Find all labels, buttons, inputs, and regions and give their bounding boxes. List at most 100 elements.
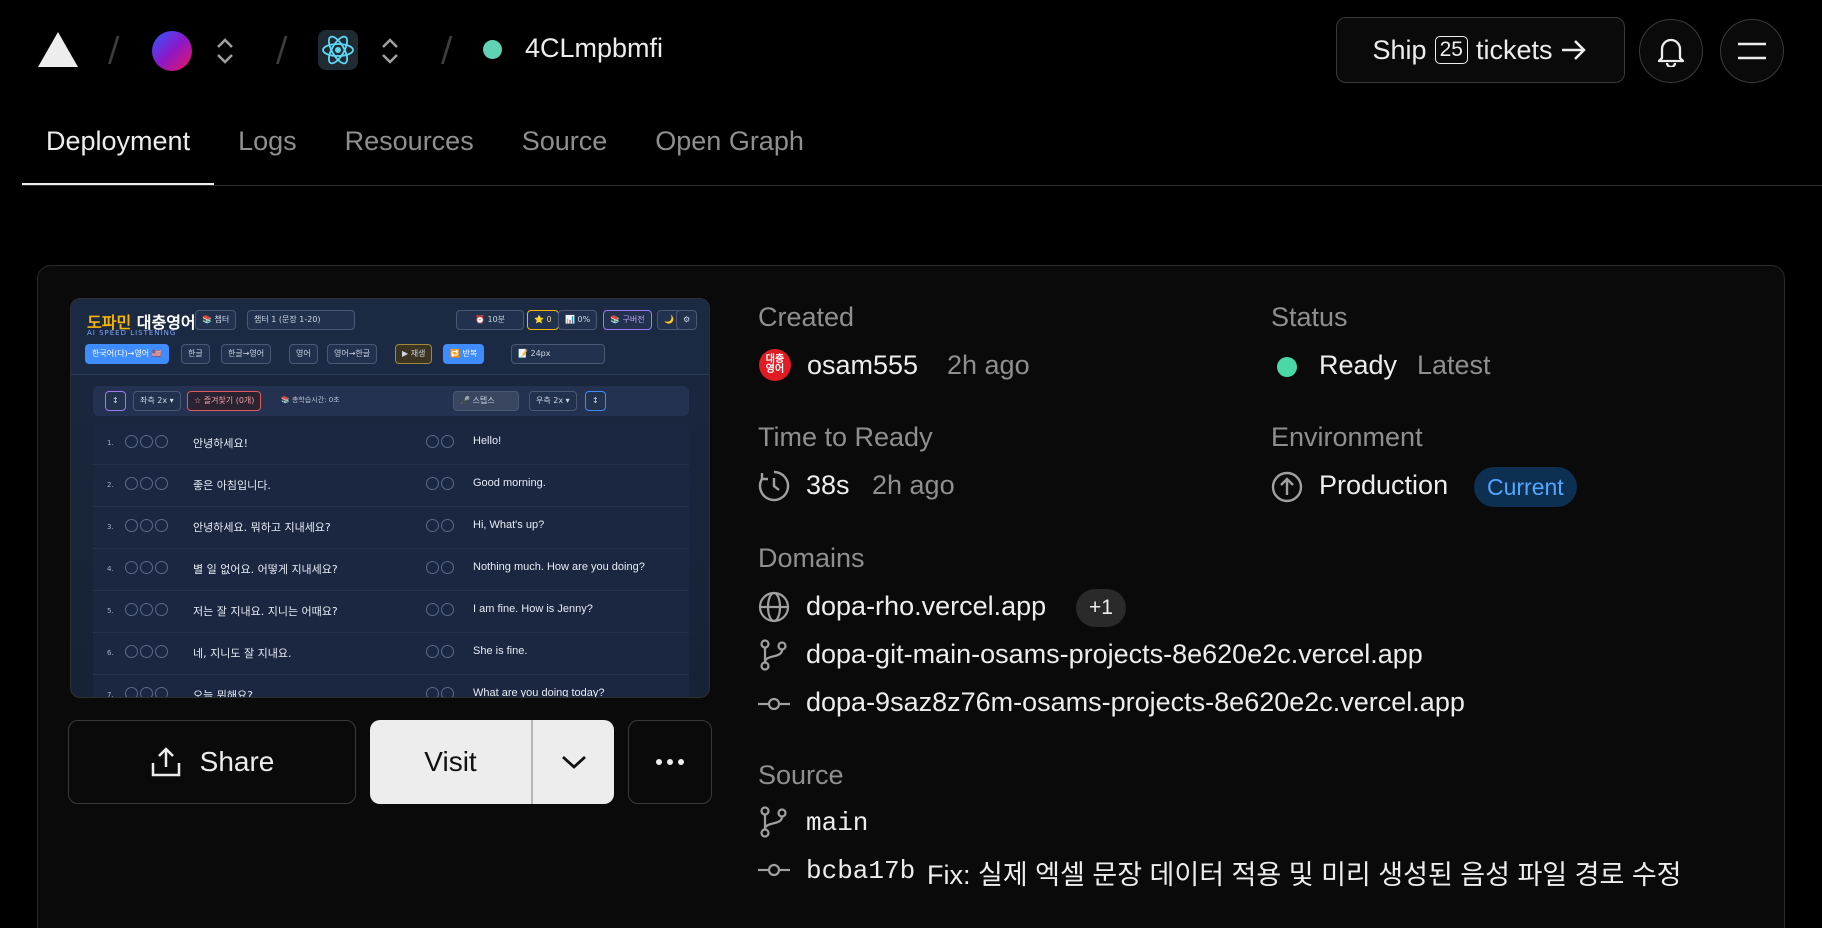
preview-row-number: 5. xyxy=(107,607,114,615)
source-branch[interactable]: main xyxy=(806,808,868,838)
preview-row-korean: 네, 지니도 잘 지내요. xyxy=(193,647,292,660)
preview-row-english: Hello! xyxy=(473,435,502,447)
more-dots-icon xyxy=(655,758,685,766)
preview-row-english: Good morning. xyxy=(473,477,546,489)
domains-more-badge[interactable]: +1 xyxy=(1076,589,1126,627)
react-framework-icon[interactable] xyxy=(318,30,358,70)
preview-chip: ↕ xyxy=(105,391,126,411)
preview-chip: 챕터 1 (문장 1-20) xyxy=(247,310,355,330)
domain-branch-link[interactable]: dopa-git-main-osams-projects-8e620e2c.ve… xyxy=(806,639,1423,670)
visit-options-button[interactable] xyxy=(533,720,614,804)
project-status-dot xyxy=(483,40,502,59)
preview-row-number: 6. xyxy=(107,649,114,657)
creator-username[interactable]: osam555 xyxy=(807,350,918,381)
preview-row-korean: 저는 잘 지내요. 지니는 어때요? xyxy=(193,605,338,618)
preview-chip: 🎤 스텝스 xyxy=(453,391,519,411)
source-commit-message[interactable]: Fix: 실제 엑셀 문장 데이터 적용 및 미리 생성된 음성 파일 경로 수… xyxy=(927,853,1682,892)
preview-toolbar: ↕ 좌측 2x ▾ ☆ 즐겨찾기 (0개) 📚 총학습시간: 0초 🎤 스텝스 … xyxy=(93,386,689,416)
preview-row-controls xyxy=(426,477,454,490)
source-label: Source xyxy=(758,760,844,790)
preview-row-english: Hi, What's up? xyxy=(473,519,545,531)
project-name[interactable]: 4CLmpbmfi xyxy=(525,33,663,64)
ship-tickets-button[interactable]: Ship 25 tickets xyxy=(1336,17,1625,83)
preview-row-korean: 좋은 아침입니다. xyxy=(193,479,271,492)
preview-sentence-row: 1. 안녕하세요! Hello! xyxy=(93,423,689,465)
tab-resources[interactable]: Resources xyxy=(321,108,498,186)
preview-row-english: I am fine. How is Jenny? xyxy=(473,603,593,615)
preview-row-controls xyxy=(125,645,168,658)
notifications-button[interactable] xyxy=(1639,19,1703,83)
preview-sentence-row: 4. 별 일 없어요. 어떻게 지내세요? Nothing much. How … xyxy=(93,549,689,591)
tab-source[interactable]: Source xyxy=(498,108,632,186)
preview-chip: 📝 24px xyxy=(511,344,605,364)
preview-row-english: Nothing much. How are you doing? xyxy=(473,561,645,573)
current-badge: Current xyxy=(1474,467,1577,507)
preview-brand-sub: AI SPEED LISTENING xyxy=(87,329,177,337)
tab-logs[interactable]: Logs xyxy=(214,108,321,186)
visit-button[interactable]: Visit xyxy=(370,720,531,804)
preview-chip: ↕ xyxy=(585,391,606,411)
visit-button-group: Visit xyxy=(370,720,614,804)
git-commit-icon xyxy=(757,687,791,726)
creator-avatar[interactable]: 대충 영어 xyxy=(759,349,791,381)
environment-label: Environment xyxy=(1271,422,1423,452)
ship-label: Ship xyxy=(1372,34,1427,65)
tab-deployment[interactable]: Deployment xyxy=(22,108,215,186)
preview-chip: 한국어(다)→영어 🇺🇸 xyxy=(85,344,169,364)
ship-ticket-count: 25 xyxy=(1434,36,1468,64)
more-options-button[interactable] xyxy=(628,720,712,804)
domain-deployment-link[interactable]: dopa-9saz8z76m-osams-projects-8e620e2c.v… xyxy=(806,687,1465,718)
preview-chip: ⭐ 0 xyxy=(527,310,559,330)
preview-sentence-row: 2. 좋은 아침입니다. Good morning. xyxy=(93,465,689,507)
status-value: Ready xyxy=(1319,350,1398,380)
preview-chip: 📚 챕터 xyxy=(195,310,237,330)
production-arrow-up-icon xyxy=(1270,470,1304,509)
chevron-down-icon xyxy=(561,754,587,770)
team-switcher-chevron-icon[interactable] xyxy=(214,36,236,71)
menu-button[interactable] xyxy=(1720,19,1784,83)
domain-primary-link[interactable]: dopa-rho.vercel.app xyxy=(806,591,1046,622)
hamburger-icon xyxy=(1737,40,1767,62)
bell-icon xyxy=(1656,35,1686,67)
preview-chip: 한글→영어 xyxy=(221,344,272,364)
preview-row-controls xyxy=(125,603,168,616)
preview-chip: ▶ 재생 xyxy=(395,344,433,364)
preview-row-controls xyxy=(125,561,168,574)
vercel-logo-icon[interactable] xyxy=(38,32,78,72)
preview-chip: ⏰ 10분 xyxy=(456,310,524,330)
share-upload-icon xyxy=(150,746,182,778)
time-to-ready-time: 2h ago xyxy=(872,470,955,500)
preview-row-controls xyxy=(426,561,454,574)
preview-row-number: 3. xyxy=(107,523,114,531)
preview-sentence-row: 7. 오늘 뭐해요? What are you doing today? xyxy=(93,675,689,698)
source-commit-hash[interactable]: bcba17b xyxy=(806,856,915,886)
created-time: 2h ago xyxy=(947,350,1030,380)
preview-row-korean: 오늘 뭐해요? xyxy=(193,689,253,698)
time-to-ready-value: 38s xyxy=(806,470,850,500)
preview-row-korean: 별 일 없어요. 어떻게 지내세요? xyxy=(193,563,338,576)
preview-row-controls xyxy=(125,477,168,490)
preview-chip: 📊 0% xyxy=(558,310,598,330)
preview-chip: ☆ 즐겨찾기 (0개) xyxy=(187,391,262,411)
git-branch-icon xyxy=(757,638,791,677)
environment-value: Production xyxy=(1319,470,1449,500)
preview-chip: 우측 2x ▾ xyxy=(529,391,577,411)
preview-row-controls xyxy=(125,687,168,697)
preview-chip: 좌측 2x ▾ xyxy=(133,391,181,411)
preview-row-number: 7. xyxy=(107,691,114,698)
preview-row-korean: 안녕하세요! xyxy=(193,437,249,450)
team-avatar[interactable] xyxy=(152,31,192,71)
preview-sentence-list: 1. 안녕하세요! Hello! 2. 좋은 아침입니다. Good morni… xyxy=(93,423,689,698)
preview-chip: 📚 구버전 xyxy=(603,310,652,330)
preview-study-time: 📚 총학습시간: 0초 xyxy=(281,396,340,404)
preview-chip: ⚙ xyxy=(676,310,698,330)
project-switcher-chevron-icon[interactable] xyxy=(379,36,401,71)
preview-row-english: What are you doing today? xyxy=(473,687,605,698)
share-button[interactable]: Share xyxy=(68,720,356,804)
git-commit-icon xyxy=(757,853,791,892)
preview-chip: 영어→한글 xyxy=(327,344,378,364)
deployment-preview-screenshot[interactable]: 도파민 대충영어 AI SPEED LISTENING 📚 챕터 챕터 1 (문… xyxy=(70,298,710,698)
tab-open-graph[interactable]: Open Graph xyxy=(631,108,828,186)
breadcrumb-separator: / xyxy=(108,30,120,70)
preview-row-english: She is fine. xyxy=(473,645,528,657)
